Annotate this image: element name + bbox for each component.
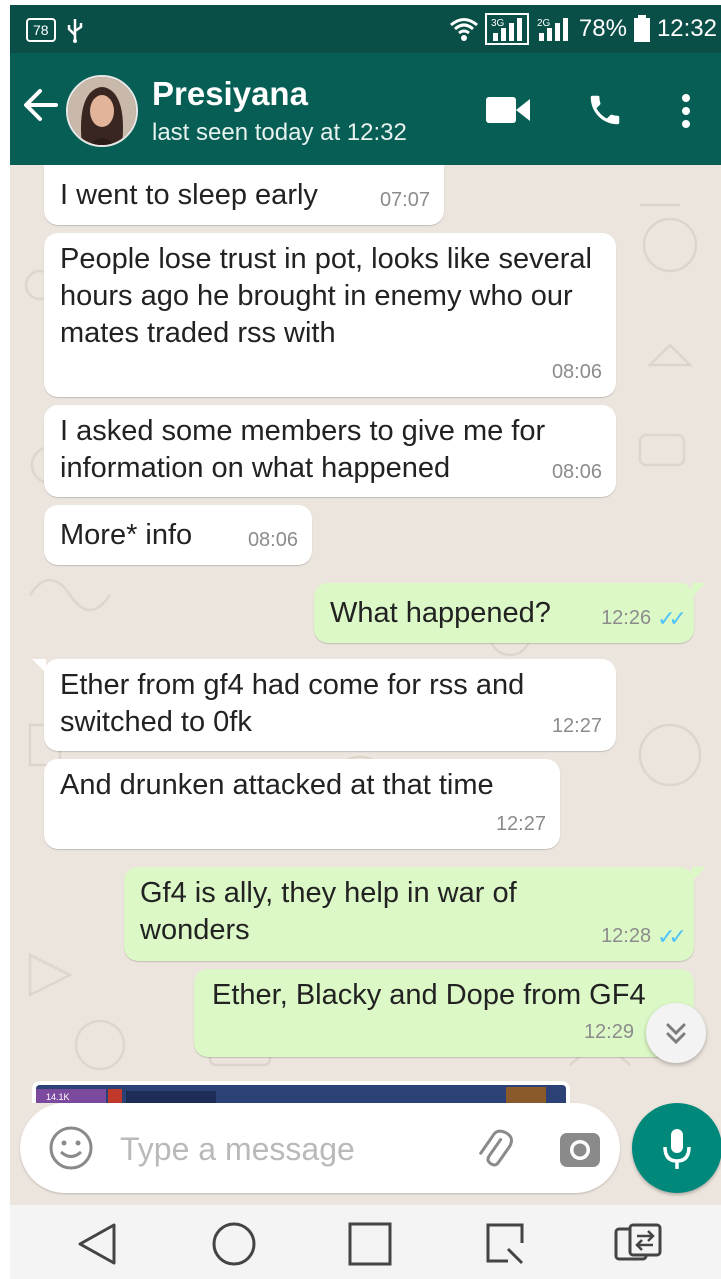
contact-name[interactable]: Presiyana [152, 75, 308, 113]
message-time: 08:06 [247, 529, 298, 551]
message-bubble-incoming[interactable]: More* info 08:06 [44, 505, 312, 565]
screenshot-thumbnail: 14.1K [36, 1085, 566, 1103]
mic-button[interactable] [632, 1103, 721, 1193]
message-text: And drunken attacked at that time [60, 769, 494, 801]
clock: 12:32 [656, 15, 717, 42]
usb-icon [67, 19, 82, 43]
message-bubble-incoming[interactable]: I asked some members to give me for info… [44, 405, 616, 497]
paperclip-icon[interactable] [472, 1127, 514, 1169]
battery-percent: 78% [578, 15, 627, 42]
nav-recents-icon[interactable] [342, 1219, 398, 1269]
bubble-tail [32, 659, 46, 673]
message-time: 12:27 [495, 813, 546, 835]
screen: 78 3G 2G 78% 12:32 Presiyana last seen t… [10, 5, 721, 1279]
arrow-back-icon[interactable] [22, 83, 60, 127]
avatar[interactable] [66, 75, 138, 147]
bubble-tail [692, 867, 706, 881]
status-bar: 78 3G 2G 78% 12:32 [10, 5, 721, 53]
nav-capture-icon[interactable] [478, 1219, 534, 1269]
message-input[interactable] [118, 1127, 422, 1171]
emoji-icon[interactable] [48, 1125, 94, 1171]
phone-frame: 78 3G 2G 78% 12:32 Presiyana last seen t… [0, 0, 721, 1279]
signal-3g-icon: 3G [484, 13, 529, 45]
notification-badge: 78 [26, 18, 56, 42]
message-time: 08:06 [551, 361, 602, 383]
battery-icon [633, 15, 650, 42]
message-composer [20, 1103, 620, 1193]
message-bubble-incoming[interactable]: People lose trust in pot, looks like sev… [44, 233, 616, 397]
message-text: People lose trust in pot, looks like sev… [60, 243, 592, 349]
message-time: 07:07 [379, 189, 430, 211]
read-ticks-icon: ✓✓ [657, 606, 687, 631]
svg-text:2G: 2G [537, 18, 551, 29]
message-bubble-incoming[interactable]: And drunken attacked at that time 12:27 [44, 759, 560, 849]
wifi-icon [449, 18, 478, 41]
nav-switch-screen-icon[interactable] [610, 1219, 666, 1269]
message-bubble-outgoing[interactable]: What happened? 12:26 ✓✓ [314, 583, 706, 643]
last-seen-status: last seen today at 12:32 [152, 119, 407, 146]
image-message-preview[interactable]: 14.1K [32, 1081, 570, 1103]
system-nav-bar [10, 1205, 721, 1279]
chevron-double-down-icon [666, 1023, 686, 1045]
mic-icon [663, 1129, 691, 1169]
message-time: 12:28 ✓✓ [601, 918, 687, 955]
message-text: I asked some members to give me for info… [60, 415, 546, 484]
avatar-image [68, 77, 136, 145]
bubble-tail [692, 583, 706, 597]
message-text: Gf4 is ally, they help in war of wonders [140, 877, 517, 946]
scroll-to-bottom-button[interactable] [646, 1003, 706, 1063]
phone-icon[interactable] [586, 91, 624, 129]
message-bubble-incoming[interactable]: Ether from gf4 had come for rss and swit… [32, 659, 616, 751]
status-left: 78 [26, 17, 84, 43]
message-time: 12:26 ✓✓ [601, 600, 687, 637]
nav-home-icon[interactable] [206, 1219, 262, 1269]
message-bubble-outgoing[interactable]: Gf4 is ally, they help in war of wonders… [124, 867, 706, 961]
camera-icon[interactable] [558, 1127, 602, 1169]
message-text: Ether, Blacky and Dope from GF4 [212, 979, 646, 1011]
nav-back-icon[interactable] [70, 1219, 126, 1269]
message-time: 12:27 [551, 715, 602, 737]
status-right: 3G 2G 78% 12:32 [449, 13, 717, 45]
video-call-icon[interactable] [486, 95, 530, 125]
more-vert-icon[interactable] [680, 93, 692, 129]
signal-2g-icon: 2G [537, 18, 568, 41]
message-time: 08:06 [551, 461, 602, 483]
message-bubble-outgoing[interactable]: Ether, Blacky and Dope from GF4 12:29 [194, 969, 694, 1057]
message-time: 12:29 [583, 1021, 634, 1043]
svg-text:14.1K: 14.1K [46, 1092, 70, 1102]
message-bubble-incoming[interactable]: I went to sleep early 07:07 [44, 165, 444, 225]
chat-area[interactable]: I went to sleep early 07:07 People lose … [10, 165, 721, 1103]
svg-text:3G: 3G [491, 18, 505, 29]
message-text: I went to sleep early [60, 179, 318, 211]
read-ticks-icon: ✓✓ [657, 924, 687, 949]
message-text: Ether from gf4 had come for rss and swit… [60, 669, 525, 738]
chat-header: Presiyana last seen today at 12:32 [10, 53, 721, 165]
